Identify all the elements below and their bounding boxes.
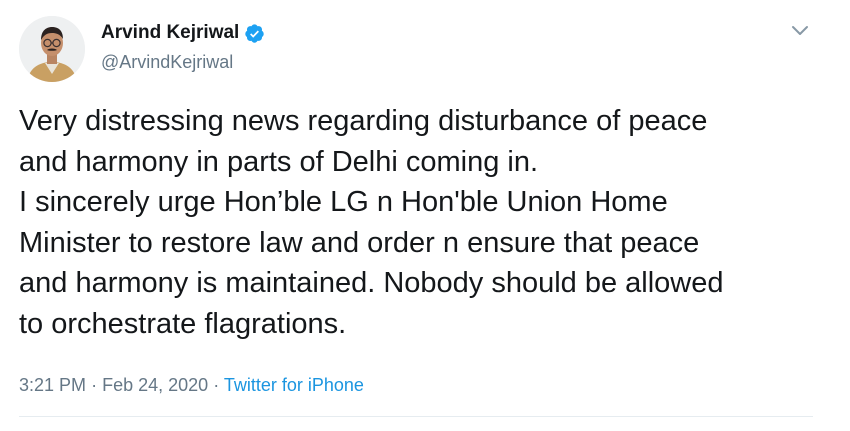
person-avatar-icon: [19, 16, 85, 82]
author-display-name[interactable]: Arvind Kejriwal: [101, 22, 239, 44]
tweet-meta: 3:21 PM · Feb 24, 2020 · Twitter for iPh…: [19, 374, 364, 396]
author-handle[interactable]: @ArvindKejriwal: [101, 52, 233, 72]
meta-separator: ·: [213, 375, 220, 395]
avatar[interactable]: [19, 16, 85, 82]
chevron-down-icon[interactable]: [791, 24, 809, 38]
verified-badge-icon: [244, 23, 265, 44]
tweet-time[interactable]: 3:21 PM: [19, 375, 86, 395]
meta-separator: ·: [91, 375, 98, 395]
tweet-source-link[interactable]: Twitter for iPhone: [224, 375, 364, 395]
tweet-text: Very distressing news regarding disturba…: [19, 105, 724, 340]
author-name-row[interactable]: Arvind Kejriwal: [101, 22, 265, 44]
tweet-card: Arvind Kejriwal @ArvindKejriwal Very dis…: [0, 0, 850, 431]
tweet-date[interactable]: Feb 24, 2020: [102, 375, 208, 395]
divider: [19, 416, 813, 417]
